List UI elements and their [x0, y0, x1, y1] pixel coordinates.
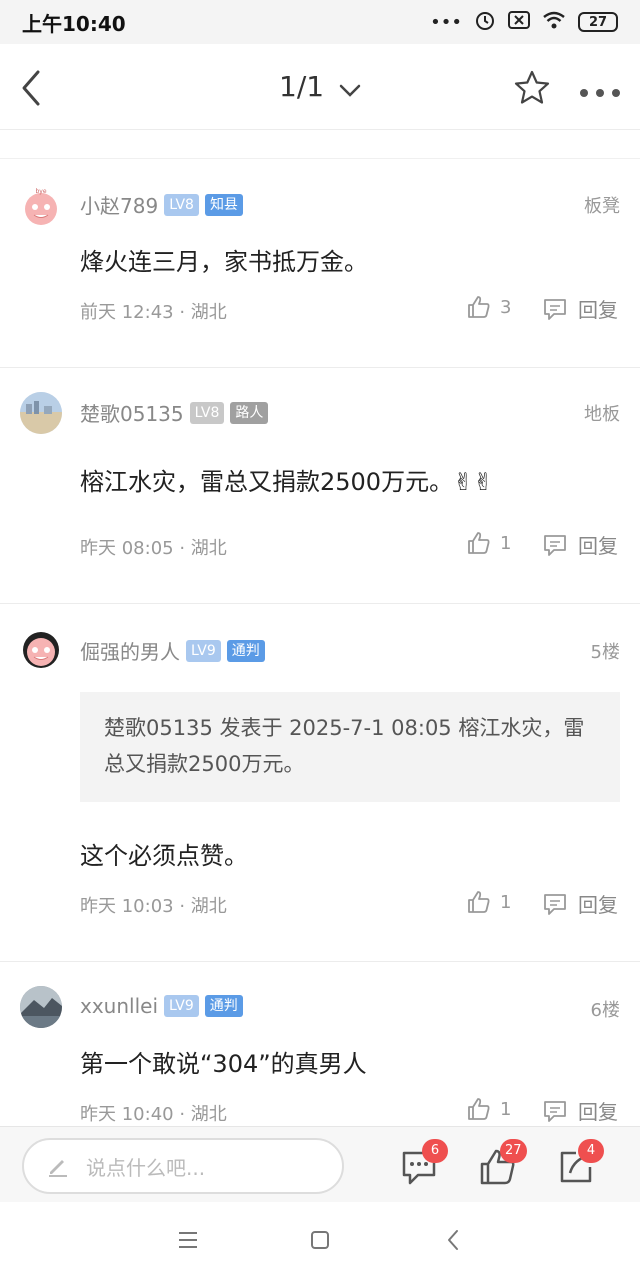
reply-button[interactable]: 回复: [542, 294, 618, 323]
avatar[interactable]: [20, 392, 62, 434]
title-badge: 路人: [230, 401, 269, 424]
comment-icon: [544, 1100, 566, 1122]
title-badge: 通判: [204, 995, 243, 1017]
like-count: 1: [500, 532, 512, 554]
home-square-icon: [311, 1231, 329, 1249]
like-count: 1: [500, 1098, 512, 1120]
battery-icon: 27: [578, 12, 618, 32]
top-bar: 1/1: [0, 44, 640, 130]
reply-label: 回复: [578, 534, 618, 558]
level-badge: LV9: [186, 639, 221, 662]
reply-label: 回复: [578, 1100, 618, 1124]
share-count-badge: 4: [578, 1139, 604, 1163]
avatar[interactable]: [20, 986, 62, 1028]
comment-meta: 昨天 10:03 · 湖北: [80, 896, 227, 917]
quoted-reply[interactable]: 楚歌05135 发表于 2025-7-1 08:05 榕江水灾，雷总又捐款250…: [80, 692, 620, 802]
comments-button[interactable]: 6: [400, 1139, 448, 1187]
thumb-up-icon: [468, 891, 490, 913]
status-icons: ••• 27: [430, 9, 618, 36]
comment-item: xxunllei LV9 通判 6楼 第一个敢说“304”的真男人 昨天 10:…: [0, 962, 640, 1126]
like-button[interactable]: 1: [466, 1096, 511, 1122]
comment-content: 第一个敢说“304”的真男人: [80, 1050, 367, 1078]
thumb-up-icon: [468, 532, 490, 554]
floor-label: 5楼: [590, 642, 620, 663]
like-count-badge: 27: [500, 1139, 527, 1163]
like-button[interactable]: 1: [466, 530, 511, 556]
reply-button[interactable]: 回复: [542, 530, 618, 559]
menu-icon: [179, 1232, 197, 1248]
like-button[interactable]: 3: [466, 294, 511, 320]
floor-label: 地板: [584, 404, 620, 425]
title-badge: 知县: [204, 193, 243, 216]
section-gap: [0, 131, 640, 159]
comment-item: bye 小赵789 LV8 知县 板凳 烽火连三月，家书抵万金。 前天 12:4…: [0, 160, 640, 368]
floor-label: 6楼: [590, 1000, 620, 1021]
comment-input[interactable]: 说点什么吧...: [22, 1138, 344, 1194]
level-badge: LV8: [164, 193, 199, 216]
username-row: 小赵789 LV8 知县: [80, 190, 243, 219]
back-nav-button[interactable]: [442, 1228, 466, 1256]
chevron-down-icon: [339, 72, 361, 105]
comment-input-placeholder: 说点什么吧...: [86, 1155, 206, 1180]
avatar-landscape-icon: [20, 986, 62, 1028]
comment-icon: [544, 298, 566, 320]
home-nav-button[interactable]: [308, 1228, 332, 1256]
username-row: xxunllei LV9 通判: [80, 994, 243, 1018]
pencil-icon: [49, 1160, 67, 1177]
wifi-icon: [542, 10, 566, 35]
more-horizontal-icon: [580, 89, 620, 97]
comment-item: 楚歌05135 LV8 路人 地板 榕江水灾，雷总又捐款2500万元。✌✌ 昨天…: [0, 368, 640, 604]
like-post-button[interactable]: 27: [478, 1139, 527, 1187]
comment-content: 烽火连三月，家书抵万金。: [80, 248, 368, 276]
comment-content: 这个必须点赞。: [80, 842, 248, 870]
reply-button[interactable]: 回复: [542, 1096, 618, 1125]
comment-icon: [544, 893, 566, 915]
reply-label: 回复: [578, 298, 618, 322]
comment-meta: 昨天 10:40 · 湖北: [80, 1104, 227, 1125]
avatar-cartoon-icon: bye: [25, 188, 57, 225]
username[interactable]: 楚歌05135: [80, 398, 184, 427]
username[interactable]: xxunllei: [80, 994, 158, 1018]
like-button[interactable]: 1: [466, 889, 511, 915]
svg-text:bye: bye: [35, 188, 46, 195]
floor-label: 板凳: [584, 196, 620, 217]
username-row: 楚歌05135 LV8 路人: [80, 398, 269, 427]
chevron-left-icon: [448, 1230, 458, 1250]
username-row: 倔强的男人 LV9 通判: [80, 636, 265, 665]
system-nav-bar: [0, 1202, 640, 1280]
reply-label: 回复: [578, 893, 618, 917]
level-badge: LV9: [164, 995, 199, 1017]
like-count: 1: [500, 891, 512, 913]
comment-icon: [544, 534, 566, 556]
comment-content: 榕江水灾，雷总又捐款2500万元。✌✌: [80, 468, 494, 496]
username[interactable]: 倔强的男人: [80, 636, 180, 665]
username[interactable]: 小赵789: [80, 190, 158, 219]
comment-meta: 前天 12:43 · 湖北: [80, 302, 227, 323]
comment-meta: 昨天 08:05 · 湖北: [80, 538, 227, 559]
thumb-up-icon: [468, 296, 490, 318]
status-bar: 上午10:40 ••• 27: [0, 0, 640, 44]
page-indicator-label: 1/1: [279, 70, 325, 103]
avatar-beach-icon: [20, 392, 62, 434]
star-icon: [514, 70, 550, 104]
more-options-button[interactable]: [578, 84, 622, 97]
comment-item: 倔强的男人 LV9 通判 5楼 楚歌05135 发表于 2025-7-1 08:…: [0, 604, 640, 962]
avatar-cartoon-icon: [23, 632, 59, 668]
comment-count-badge: 6: [422, 1139, 448, 1163]
favorite-button[interactable]: [512, 68, 552, 108]
status-time: 上午10:40: [22, 11, 126, 36]
like-count: 3: [500, 296, 512, 318]
avatar[interactable]: [20, 628, 62, 670]
level-badge: LV8: [189, 401, 225, 424]
avatar[interactable]: bye: [20, 185, 62, 227]
menu-nav-button[interactable]: [176, 1228, 200, 1256]
title-badge: 通判: [226, 639, 265, 662]
sim-blocked-icon: [508, 10, 530, 35]
thumb-up-icon: [468, 1098, 490, 1120]
reply-button[interactable]: 回复: [542, 889, 618, 918]
more-dots-icon: •••: [430, 11, 462, 33]
bottom-action-bar: 说点什么吧... 6 27 4: [0, 1126, 640, 1202]
share-button[interactable]: 4: [556, 1139, 604, 1187]
alarm-icon: [474, 9, 496, 36]
